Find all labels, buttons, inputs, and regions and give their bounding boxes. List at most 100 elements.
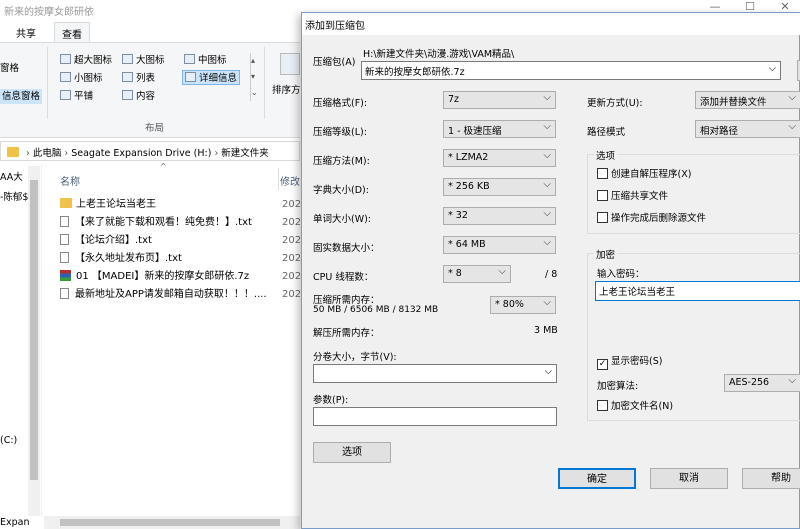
pane-button[interactable]: 窗格: [0, 61, 19, 76]
nav-item[interactable]: -陈郁$: [0, 189, 28, 203]
file-name: 【来了就能下载和观看！纯免费！】.txt: [75, 217, 252, 228]
file-name: 最新地址及APP请发邮箱自动获取！！！....: [75, 289, 267, 300]
path-mode-label: 路径模式: [587, 127, 626, 138]
list-item[interactable]: 上老王论坛当老王: [60, 196, 300, 213]
memory-percent-select[interactable]: * 80%: [490, 296, 556, 314]
content-option[interactable]: 内容: [122, 89, 155, 104]
text-file-icon: [60, 252, 69, 263]
method-label: 压缩方法(M):: [313, 156, 370, 167]
dictionary-label: 字典大小(D):: [313, 185, 369, 196]
threads-max: / 8: [545, 269, 558, 280]
sfx-checkbox[interactable]: 创建自解压程序(X): [597, 168, 691, 182]
column-modified[interactable]: 修改: [280, 173, 300, 188]
list-option[interactable]: 列表: [122, 71, 155, 86]
password-label: 输入密码：: [597, 269, 645, 280]
list-item[interactable]: 01 【MADEI】新来的按摩女郎研依.7z: [60, 268, 300, 285]
encryption-group-title: 加密: [594, 247, 618, 261]
add-to-archive-dialog: 添加到压缩包 压缩包(A) H:\新建文件夹\动漫.游戏\VAM精品\ 新来的按…: [301, 12, 800, 529]
divider: [278, 168, 279, 190]
text-file-icon: [60, 234, 69, 245]
extra-large-icons-option[interactable]: 超大图标: [60, 53, 112, 68]
layout-scroll-icon[interactable]: ▴ ▾ ⌄: [250, 53, 258, 101]
details-option[interactable]: 详细信息: [182, 70, 241, 85]
file-name: 【永久地址发布页】.txt: [75, 253, 182, 264]
shared-files-checkbox[interactable]: 压缩共享文件: [597, 190, 668, 204]
archive-icon: [60, 270, 71, 281]
checkbox-icon: [597, 168, 608, 179]
list-icon: [122, 72, 133, 82]
options-button[interactable]: 选项: [313, 442, 391, 463]
split-label: 分卷大小，字节(V):: [313, 352, 397, 363]
archive-label: 压缩包(A): [313, 57, 356, 68]
breadcrumb-item[interactable]: Seagate Expansion Drive (H:): [71, 148, 211, 159]
compress-memory-label: 压缩所需内存：: [313, 295, 380, 306]
threads-label: CPU 线程数：: [313, 272, 374, 283]
tab-view[interactable]: 查看: [54, 22, 90, 42]
sort-icon[interactable]: [280, 53, 300, 75]
horizontal-scrollbar[interactable]: [44, 516, 300, 529]
method-select[interactable]: * LZMA2: [443, 149, 556, 167]
grid-icon: [60, 72, 71, 82]
details-pane-button[interactable]: 信息窗格: [0, 89, 43, 104]
archive-name-combobox[interactable]: 新来的按摩女郎研依.7z ⌵: [361, 61, 781, 80]
params-input[interactable]: [313, 407, 557, 426]
nav-item[interactable]: (C:): [0, 435, 17, 446]
compress-memory-value: 50 MB / 6506 MB / 8132 MB: [313, 305, 439, 315]
nav-item[interactable]: AA大: [0, 169, 23, 183]
list-item[interactable]: 【论坛介绍】.txt: [60, 232, 300, 249]
chevron-down-icon: ⌵: [768, 63, 776, 74]
update-mode-select[interactable]: 添加并替换文件: [695, 91, 800, 109]
list-item[interactable]: 【永久地址发布页】.txt: [60, 250, 300, 267]
format-label: 压缩格式(F):: [313, 98, 368, 109]
checkbox-icon: [597, 212, 608, 223]
path-mode-select[interactable]: 相对路径: [695, 120, 800, 138]
breadcrumb-item[interactable]: 新建文件夹: [221, 148, 269, 159]
list-item[interactable]: 最新地址及APP请发邮箱自动获取！！！....: [60, 286, 300, 303]
file-name: 01 【MADEI】新来的按摩女郎研依.7z: [76, 271, 250, 282]
dictionary-select[interactable]: * 256 KB: [443, 178, 556, 196]
nav-scrollbar[interactable]: [28, 166, 40, 516]
split-size-combobox[interactable]: ⌵: [313, 364, 557, 383]
encryption-method-select[interactable]: AES-256: [724, 374, 800, 392]
tiles-option[interactable]: 平铺: [60, 89, 93, 104]
solid-size-label: 固实数据大小：: [313, 243, 380, 254]
encrypt-names-checkbox[interactable]: 加密文件名(N): [597, 400, 673, 414]
grid-icon: [122, 54, 133, 64]
password-input[interactable]: 上老王论坛当老王: [595, 281, 800, 301]
column-name[interactable]: 名称: [60, 173, 80, 188]
column-header-row: 名称 ^ 修改: [44, 162, 300, 190]
cancel-button[interactable]: 取消: [650, 468, 728, 489]
solid-size-select[interactable]: * 64 MB: [443, 236, 556, 254]
options-group-title: 选项: [594, 148, 618, 162]
list-item[interactable]: 【来了就能下载和观看！纯免费！】.txt: [60, 214, 300, 231]
level-label: 压缩等级(L):: [313, 127, 367, 138]
medium-icons-option[interactable]: 中图标: [184, 53, 227, 68]
file-name: 上老王论坛当老王: [76, 199, 156, 210]
show-password-checkbox[interactable]: ✓ 显示密码(S): [597, 355, 662, 370]
archive-path: H:\新建文件夹\动漫.游戏\VAM精品\: [363, 49, 515, 60]
folder-icon: [60, 198, 72, 208]
chevron-right-icon: ›: [26, 148, 33, 159]
threads-select[interactable]: * 8: [443, 265, 511, 283]
large-icons-option[interactable]: 大图标: [122, 53, 165, 68]
level-select[interactable]: 1 - 极速压缩: [443, 120, 556, 138]
format-select[interactable]: 7z: [443, 91, 556, 109]
tab-share[interactable]: 共享: [6, 22, 46, 42]
divider: [264, 47, 265, 119]
nav-item[interactable]: Expan: [0, 517, 30, 528]
checkbox-icon: [597, 400, 608, 411]
grid-icon: [184, 54, 195, 64]
grid-icon: [60, 54, 71, 64]
chevron-down-icon: ⌵: [544, 366, 552, 377]
content-icon: [122, 90, 133, 100]
address-bar[interactable]: › 此电脑 › Seagate Expansion Drive (H:) › 新…: [0, 141, 300, 161]
text-file-icon: [60, 288, 69, 299]
ok-button[interactable]: 确定: [558, 468, 636, 489]
sort-button[interactable]: 排序方: [272, 83, 301, 98]
delete-after-checkbox[interactable]: 操作完成后删除源文件: [597, 212, 706, 226]
layout-group-label: 布局: [145, 123, 165, 134]
help-button[interactable]: 帮助: [742, 468, 800, 489]
small-icons-option[interactable]: 小图标: [60, 71, 103, 86]
breadcrumb-item[interactable]: 此电脑: [33, 148, 62, 159]
word-size-select[interactable]: * 32: [443, 207, 556, 225]
